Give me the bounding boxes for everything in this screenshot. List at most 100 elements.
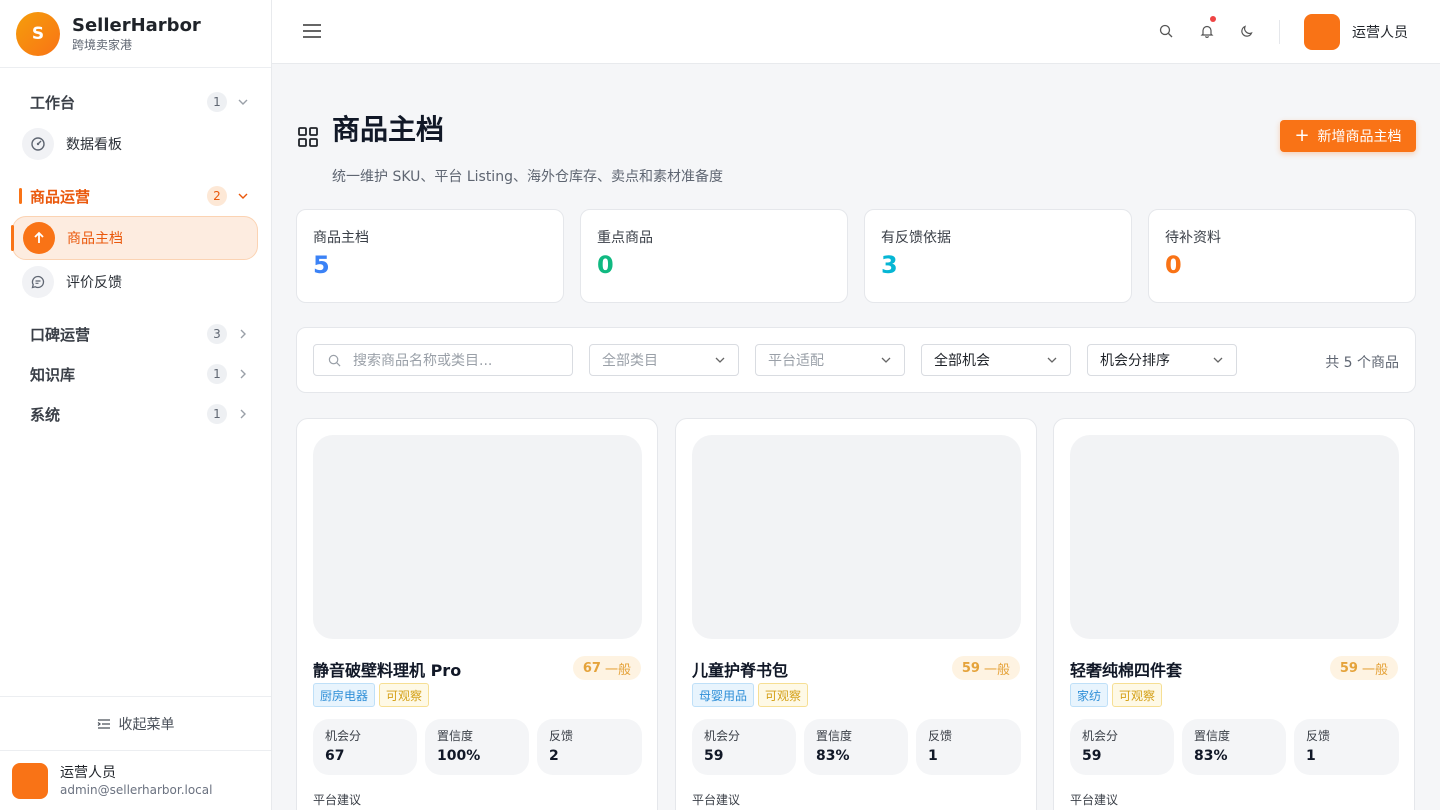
nav-group-label: 商品运营	[30, 187, 91, 206]
search-icon[interactable]	[1157, 22, 1175, 40]
stat-card: 商品主档 5	[296, 209, 564, 303]
metric-value: 67	[325, 748, 345, 764]
metric-label: 机会分	[325, 729, 362, 743]
nav-group-label: 工作台	[30, 93, 76, 112]
brand[interactable]: S SellerHarbor 跨境卖家港	[0, 0, 271, 68]
user-name: 运营人员	[60, 764, 116, 781]
metric-label: 机会分	[704, 729, 741, 743]
add-product-label: 新增商品主档	[1317, 129, 1402, 145]
platform-advice-heading: 平台建议	[692, 793, 741, 807]
arrow-up-icon	[23, 222, 55, 254]
sort-select-value: 机会分排序	[1100, 353, 1170, 369]
chevron-down-icon	[1047, 357, 1057, 363]
sidebar-item-label: 数据看板	[66, 137, 122, 153]
search-placeholder: 搜索商品名称或类目...	[353, 353, 493, 369]
sidebar-item-label: 商品主档	[67, 231, 123, 247]
topbar-user-name[interactable]: 运营人员	[1352, 22, 1408, 42]
stat-value: 3	[881, 251, 898, 279]
moon-icon[interactable]	[1238, 22, 1256, 40]
nav-group-count: 2	[207, 186, 227, 206]
hamburger-menu-icon[interactable]	[302, 20, 322, 42]
user-email: admin@sellerharbor.local	[60, 782, 213, 797]
product-image-placeholder	[692, 435, 1021, 639]
plus-icon: +	[1294, 125, 1310, 146]
category-tag: 母婴用品	[692, 683, 755, 707]
metric-opportunity: 机会分 67	[313, 719, 417, 775]
nav-group-system[interactable]: 系统 1	[0, 398, 271, 430]
chevron-down-icon	[237, 96, 249, 108]
nav-group-count: 3	[207, 324, 227, 344]
metric-value: 59	[704, 748, 724, 764]
metric-feedback: 反馈 1	[1294, 719, 1399, 775]
metric-label: 反馈	[928, 729, 953, 743]
chevron-down-icon	[1213, 357, 1223, 363]
opportunity-select[interactable]: 全部机会	[921, 344, 1071, 376]
score-level: 一般	[983, 662, 1010, 678]
score-value: 59	[961, 660, 980, 676]
chevron-down-icon	[881, 357, 891, 363]
collapse-menu-label: 收起菜单	[118, 716, 175, 733]
product-image-placeholder	[313, 435, 642, 639]
nav-group-reputation[interactable]: 口碑运营 3	[0, 318, 271, 350]
chevron-right-icon	[237, 328, 249, 340]
message-icon	[22, 266, 54, 298]
search-icon	[328, 354, 341, 366]
category-tag: 厨房电器	[313, 683, 376, 707]
grid-icon	[297, 126, 319, 148]
metric-value: 1	[1306, 748, 1316, 764]
category-select-value: 全部类目	[602, 353, 658, 369]
chevron-right-icon	[237, 408, 249, 420]
product-name: 轻奢纯棉四件套	[1070, 661, 1183, 680]
bell-icon[interactable]	[1198, 16, 1216, 40]
stat-card: 重点商品 0	[580, 209, 848, 303]
product-count: 共 5 个商品	[1325, 355, 1399, 371]
score-value: 67	[582, 660, 601, 676]
add-product-button[interactable]: + 新增商品主档	[1280, 120, 1416, 152]
product-card[interactable]: 儿童护脊书包 59 一般 母婴用品 可观察 机会分 59 置信度 83% 反馈 1 平台…	[675, 418, 1037, 810]
nav-group-count: 1	[207, 364, 227, 384]
score-value: 59	[1339, 660, 1358, 676]
sidebar-item-label: 评价反馈	[66, 275, 122, 291]
platform-select-value: 平台适配	[768, 353, 824, 369]
avatar[interactable]	[1304, 14, 1340, 50]
platform-select[interactable]: 平台适配	[755, 344, 905, 376]
nav-group-label: 系统	[30, 405, 61, 424]
search-input[interactable]: 搜索商品名称或类目...	[313, 344, 573, 376]
divider	[1279, 20, 1280, 44]
metric-opportunity: 机会分 59	[1070, 719, 1174, 775]
category-tag: 家纺	[1070, 683, 1109, 707]
category-select[interactable]: 全部类目	[589, 344, 739, 376]
chevron-right-icon	[237, 368, 249, 380]
metric-value: 100%	[437, 748, 481, 764]
user-profile[interactable]: 运营人员 admin@sellerharbor.local	[0, 750, 271, 810]
product-card[interactable]: 静音破壁料理机 Pro 67 一般 厨房电器 可观察 机会分 67 置信度 100% …	[296, 418, 658, 810]
nav-group-workbench[interactable]: 工作台 1	[0, 86, 271, 118]
stat-card: 待补资料 0	[1148, 209, 1416, 303]
metric-confidence: 置信度 100%	[425, 719, 529, 775]
stat-value: 0	[1165, 251, 1182, 279]
sidebar-item-dashboard[interactable]: 数据看板	[12, 122, 258, 166]
status-tag: 可观察	[1112, 683, 1163, 707]
sidebar-item-product-master[interactable]: 商品主档	[11, 216, 258, 260]
metric-label: 反馈	[549, 729, 574, 743]
collapse-menu-button[interactable]: 收起菜单	[0, 696, 271, 750]
nav-group-count: 1	[207, 92, 227, 112]
nav-group-product-ops[interactable]: 商品运营 2	[0, 180, 271, 212]
metric-value: 83%	[1194, 748, 1228, 764]
sidebar-item-reviews[interactable]: 评价反馈	[12, 260, 258, 304]
gauge-icon	[22, 128, 54, 160]
product-name: 静音破壁料理机 Pro	[313, 661, 462, 680]
score-badge: 59 一般	[1329, 656, 1398, 680]
status-tag: 可观察	[379, 683, 430, 707]
chevron-down-icon	[237, 190, 249, 202]
score-badge: 59 一般	[951, 656, 1020, 680]
chevron-down-icon	[715, 357, 725, 363]
notification-dot	[1210, 16, 1216, 22]
nav-group-knowledge[interactable]: 知识库 1	[0, 358, 271, 390]
score-level: 一般	[604, 662, 631, 678]
metric-feedback: 反馈 1	[916, 719, 1021, 775]
status-tag: 可观察	[758, 683, 809, 707]
sort-select[interactable]: 机会分排序	[1087, 344, 1237, 376]
product-card[interactable]: 轻奢纯棉四件套 59 一般 家纺 可观察 机会分 59 置信度 83% 反馈 1 平台建…	[1053, 418, 1415, 810]
stat-label: 待补资料	[1165, 230, 1221, 246]
